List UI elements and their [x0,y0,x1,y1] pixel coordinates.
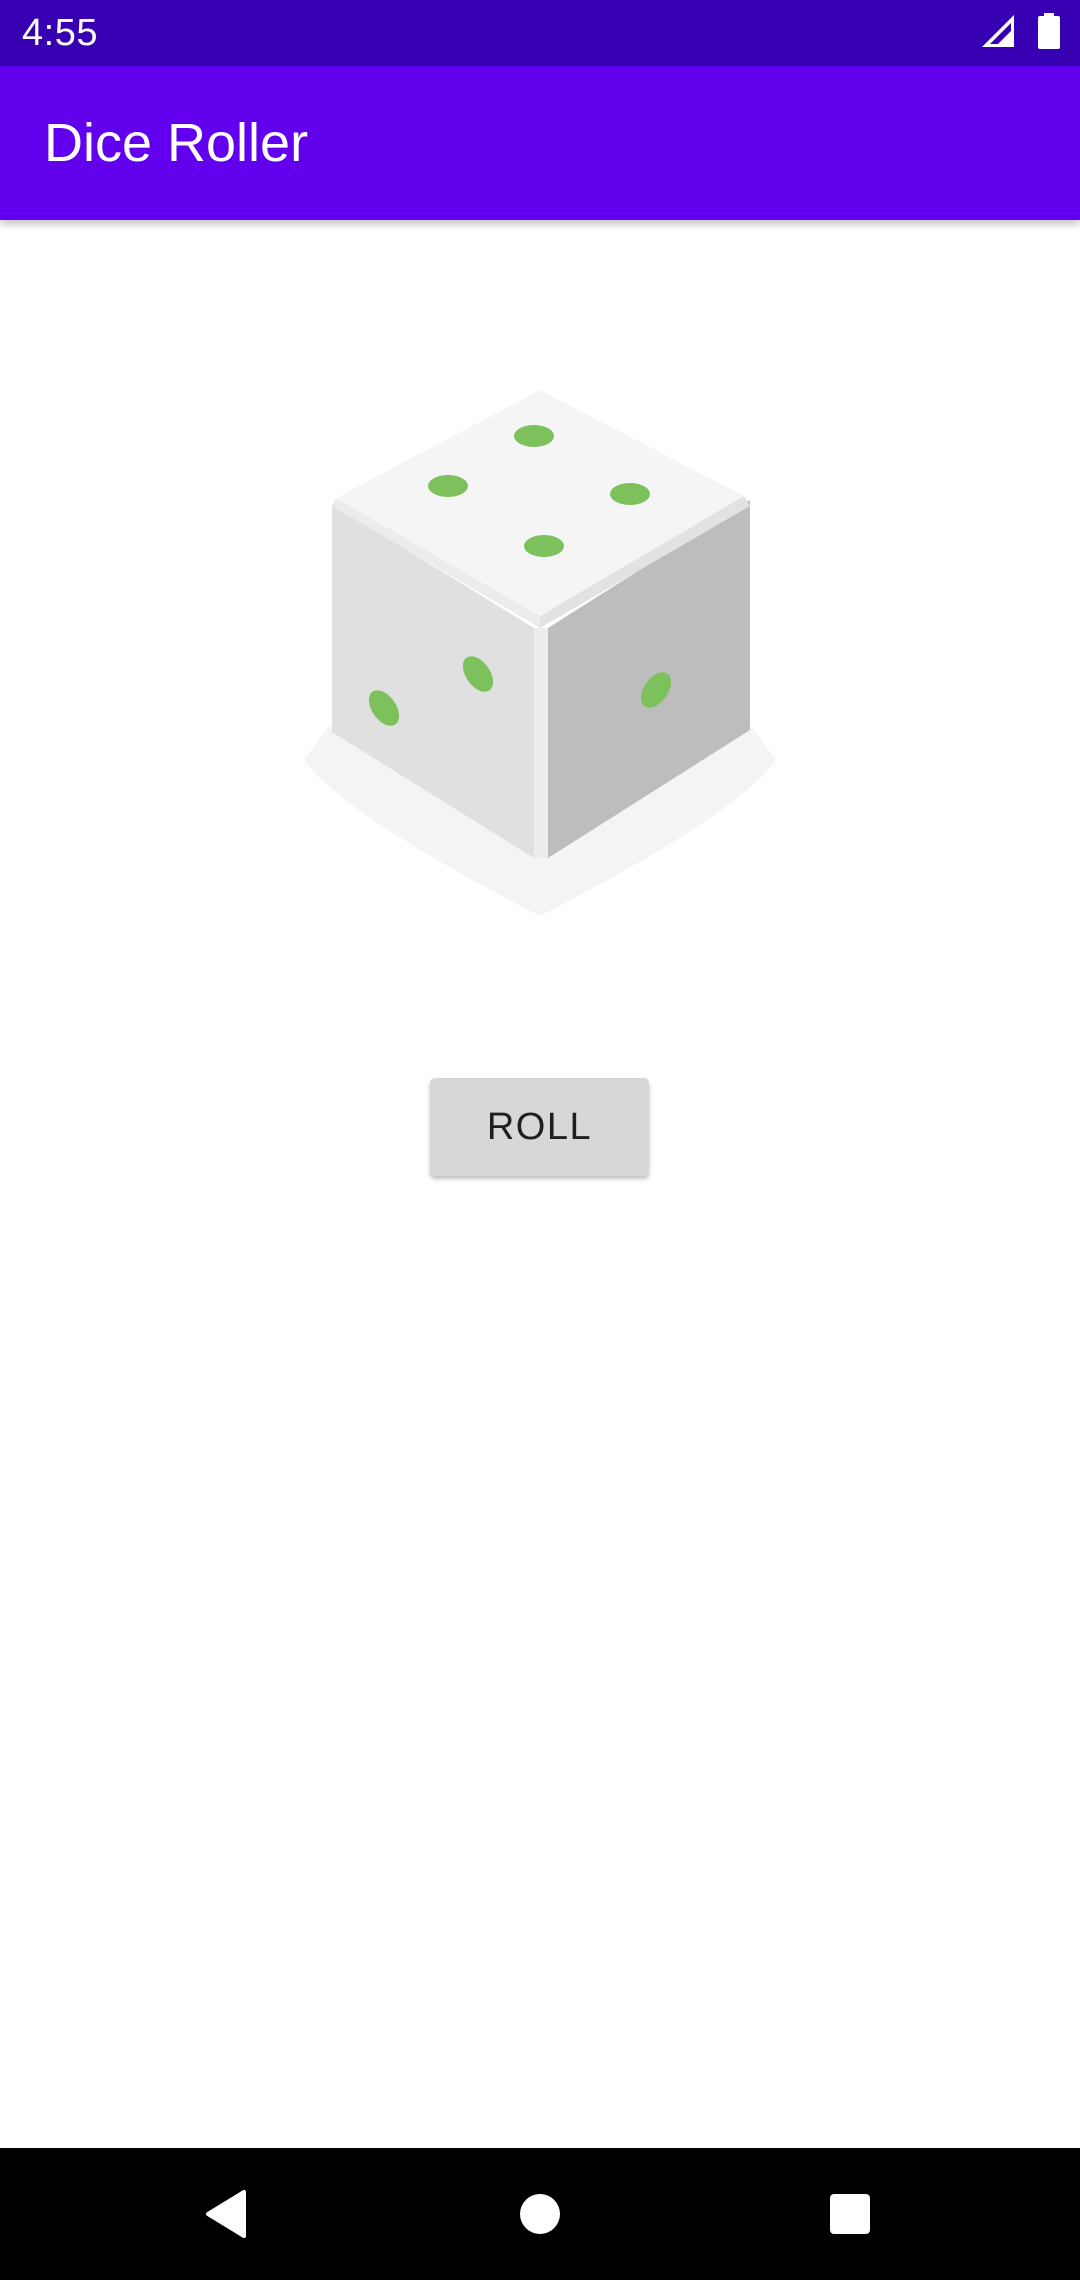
battery-icon [1038,12,1060,54]
status-time: 4:55 [22,12,98,54]
dice-icon [300,380,780,940]
main-content: ROLL [0,220,1080,2148]
app-bar: Dice Roller [0,66,1080,220]
home-icon[interactable] [500,2174,580,2254]
navigation-bar [0,2148,1080,2280]
back-icon[interactable] [186,2174,266,2254]
roll-button[interactable]: ROLL [430,1078,649,1176]
cellular-signal-icon [980,13,1016,54]
status-bar: 4:55 [0,0,1080,66]
recents-icon[interactable] [810,2174,890,2254]
status-icons [980,12,1060,54]
app-title: Dice Roller [44,113,309,173]
